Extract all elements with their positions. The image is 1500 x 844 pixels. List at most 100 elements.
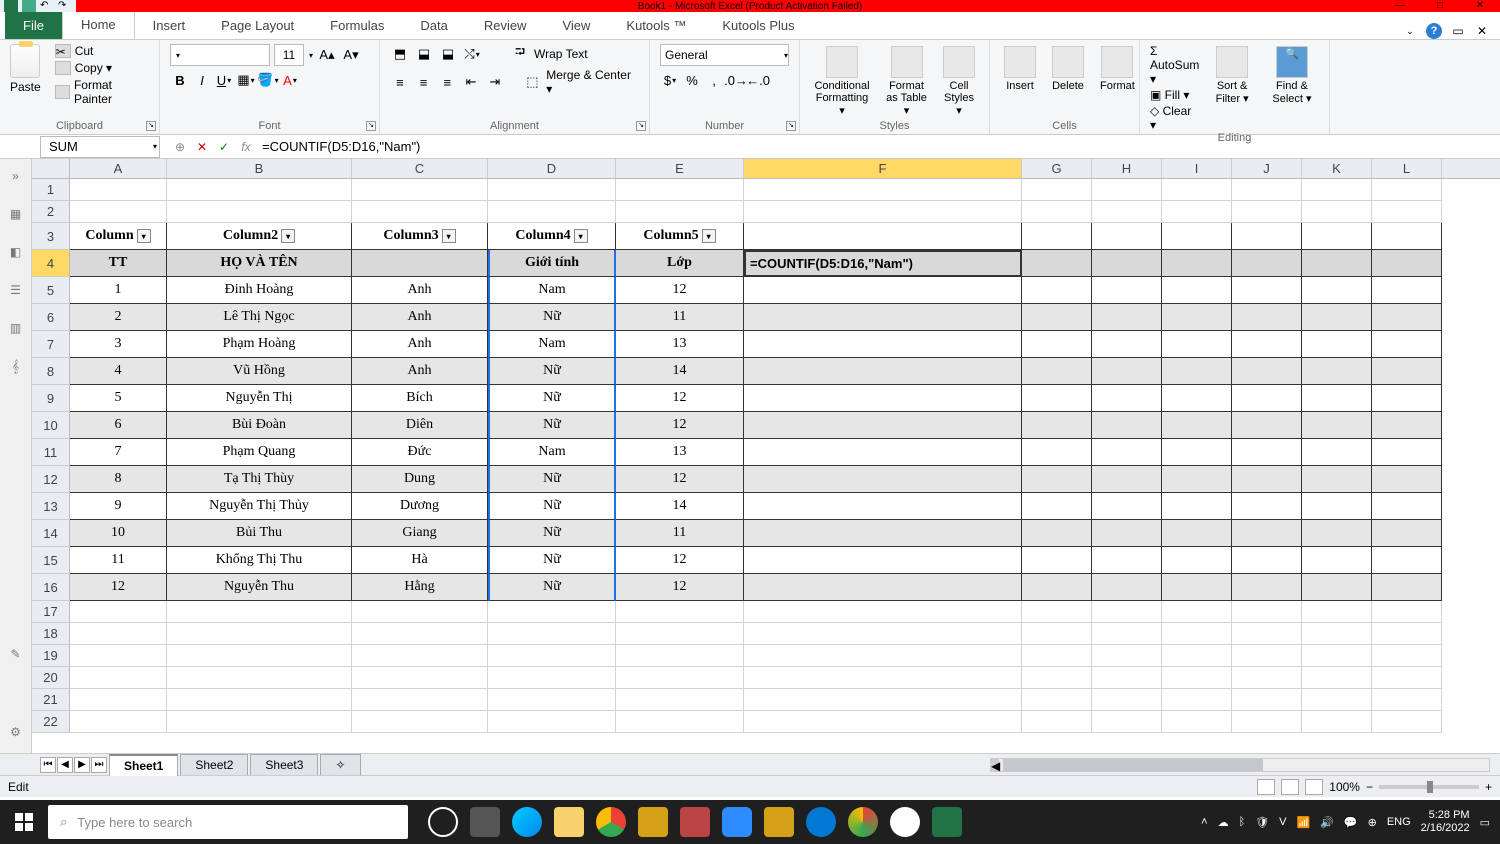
cell-C12[interactable]: Dung xyxy=(352,466,488,493)
cell-K6[interactable] xyxy=(1302,304,1372,331)
cell-A19[interactable] xyxy=(70,645,167,667)
fx-icon[interactable]: fx xyxy=(236,137,256,157)
cell-H22[interactable] xyxy=(1092,711,1162,733)
cell-F17[interactable] xyxy=(744,601,1022,623)
cell-G9[interactable] xyxy=(1022,385,1092,412)
cell-G16[interactable] xyxy=(1022,574,1092,601)
conditional-formatting-button[interactable]: Conditional Formatting ▾ xyxy=(810,44,874,120)
cell-A9[interactable]: 5 xyxy=(70,385,167,412)
cell-G8[interactable] xyxy=(1022,358,1092,385)
cell-B17[interactable] xyxy=(167,601,352,623)
cell-K22[interactable] xyxy=(1302,711,1372,733)
undo-icon[interactable]: ↶ xyxy=(40,0,54,12)
cell-B4[interactable]: HỌ VÀ TÊN xyxy=(167,250,352,277)
cell-L6[interactable] xyxy=(1372,304,1442,331)
delete-cells-button[interactable]: Delete xyxy=(1048,44,1088,120)
cell-D7[interactable]: Nam xyxy=(488,331,616,358)
cell-H1[interactable] xyxy=(1092,179,1162,201)
cell-E1[interactable] xyxy=(616,179,744,201)
cell-G10[interactable] xyxy=(1022,412,1092,439)
cell-B10[interactable]: Bùi Đoàn xyxy=(167,412,352,439)
cell-K1[interactable] xyxy=(1302,179,1372,201)
cell-I18[interactable] xyxy=(1162,623,1232,645)
cell-D22[interactable] xyxy=(488,711,616,733)
cell-G15[interactable] xyxy=(1022,547,1092,574)
increase-indent-icon[interactable]: ⇥ xyxy=(485,72,505,92)
cell-D14[interactable]: Nữ xyxy=(488,520,616,547)
cortana-icon[interactable] xyxy=(428,807,458,837)
cell-J17[interactable] xyxy=(1232,601,1302,623)
cell-E3[interactable]: Column5▾ xyxy=(616,223,744,250)
cell-D16[interactable]: Nữ xyxy=(488,574,616,601)
cell-E14[interactable]: 11 xyxy=(616,520,744,547)
col-header-I[interactable]: I xyxy=(1162,159,1232,178)
cell-A13[interactable]: 9 xyxy=(70,493,167,520)
cell-A12[interactable]: 8 xyxy=(70,466,167,493)
cell-J22[interactable] xyxy=(1232,711,1302,733)
cell-C4[interactable] xyxy=(352,250,488,277)
cell-E12[interactable]: 12 xyxy=(616,466,744,493)
cell-C3[interactable]: Column3▾ xyxy=(352,223,488,250)
cell-C14[interactable]: Giang xyxy=(352,520,488,547)
cell-L20[interactable] xyxy=(1372,667,1442,689)
ribbon-close-icon[interactable]: ✕ xyxy=(1474,23,1490,39)
row-header-18[interactable]: 18 xyxy=(32,623,70,645)
panel-icon-2[interactable]: ◧ xyxy=(7,245,25,263)
font-name-input[interactable]: ▾ xyxy=(170,44,270,66)
tray-notifications-icon[interactable]: ▭ xyxy=(1480,816,1490,829)
cell-A14[interactable]: 10 xyxy=(70,520,167,547)
sheet-nav-prev[interactable]: ◀ xyxy=(57,757,73,773)
cell-L11[interactable] xyxy=(1372,439,1442,466)
number-launcher[interactable]: ↘ xyxy=(786,121,796,131)
cell-J8[interactable] xyxy=(1232,358,1302,385)
cell-H7[interactable] xyxy=(1092,331,1162,358)
copy-button[interactable]: Copy ▾ xyxy=(55,61,149,75)
cell-C16[interactable]: Hằng xyxy=(352,574,488,601)
cell-K9[interactable] xyxy=(1302,385,1372,412)
tray-up-icon[interactable]: ˄ xyxy=(1201,816,1207,828)
cell-B22[interactable] xyxy=(167,711,352,733)
tray-icon-5[interactable]: ⊕ xyxy=(1368,816,1377,829)
cell-I7[interactable] xyxy=(1162,331,1232,358)
percent-icon[interactable]: % xyxy=(682,70,702,90)
cell-C19[interactable] xyxy=(352,645,488,667)
cell-K8[interactable] xyxy=(1302,358,1372,385)
sheet-tab-2[interactable]: Sheet2 xyxy=(180,754,248,775)
taskbar-search[interactable]: ⌕ Type here to search xyxy=(48,805,408,839)
cell-B13[interactable]: Nguyễn Thị Thủy xyxy=(167,493,352,520)
cell-D18[interactable] xyxy=(488,623,616,645)
help-icon[interactable]: ? xyxy=(1426,23,1442,39)
explorer-icon[interactable] xyxy=(554,807,584,837)
align-bottom-icon[interactable]: ⬓ xyxy=(438,44,458,64)
cell-K18[interactable] xyxy=(1302,623,1372,645)
cell-I15[interactable] xyxy=(1162,547,1232,574)
cell-F5[interactable] xyxy=(744,277,1022,304)
cell-F2[interactable] xyxy=(744,201,1022,223)
row-header-7[interactable]: 7 xyxy=(32,331,70,358)
wrap-text-button[interactable]: Wrap Text xyxy=(534,47,588,61)
cell-I14[interactable] xyxy=(1162,520,1232,547)
align-left-icon[interactable]: ≡ xyxy=(390,72,410,92)
cell-B19[interactable] xyxy=(167,645,352,667)
cell-C18[interactable] xyxy=(352,623,488,645)
fill-button[interactable]: ▣ Fill ▾ xyxy=(1150,88,1199,102)
cell-G17[interactable] xyxy=(1022,601,1092,623)
cell-A20[interactable] xyxy=(70,667,167,689)
col-header-F[interactable]: F xyxy=(744,159,1022,178)
wrap-text-icon[interactable]: ⮒ xyxy=(510,44,530,64)
cell-L22[interactable] xyxy=(1372,711,1442,733)
row-header-10[interactable]: 10 xyxy=(32,412,70,439)
cell-G6[interactable] xyxy=(1022,304,1092,331)
cell-L1[interactable] xyxy=(1372,179,1442,201)
cell-E8[interactable]: 14 xyxy=(616,358,744,385)
sheet-nav-first[interactable]: ⏮ xyxy=(40,757,56,773)
cell-G21[interactable] xyxy=(1022,689,1092,711)
tray-clock[interactable]: 5:28 PM2/16/2022 xyxy=(1421,809,1470,835)
cell-I4[interactable] xyxy=(1162,250,1232,277)
cell-C13[interactable]: Dương xyxy=(352,493,488,520)
cell-E2[interactable] xyxy=(616,201,744,223)
cell-G3[interactable] xyxy=(1022,223,1092,250)
cell-L3[interactable] xyxy=(1372,223,1442,250)
chrome-icon[interactable] xyxy=(596,807,626,837)
cell-E10[interactable]: 12 xyxy=(616,412,744,439)
